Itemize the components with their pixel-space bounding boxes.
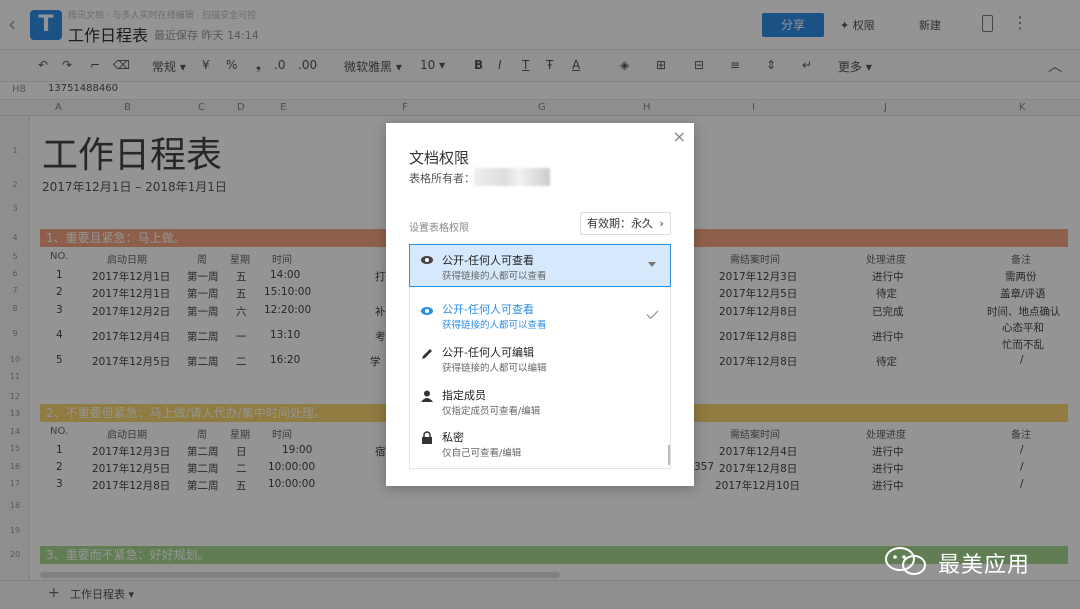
owner-name-redacted (474, 168, 550, 186)
permission-options-list: 公开-任何人可查看 获得链接的人都可以查看 公开-任何人可编辑 获得链接的人都可… (409, 287, 671, 469)
permission-select[interactable]: 公开-任何人可查看 获得链接的人都可以查看 (409, 244, 671, 287)
owner-label: 表格所有者： (409, 172, 475, 185)
validity-button[interactable]: 有效期：永久 › (580, 212, 671, 235)
lock-icon (422, 431, 432, 444)
watermark-text: 最美应用 (938, 553, 1031, 578)
eye-icon (421, 307, 433, 315)
selected-option-desc: 获得链接的人都可以查看 (442, 271, 547, 282)
option-public-edit[interactable]: 公开-任何人可编辑 获得链接的人都可以编辑 (410, 340, 670, 382)
permission-dialog: × 文档权限 表格所有者： 设置表格权限 有效期：永久 › 公开-任何人可查看 … (386, 123, 694, 486)
option-desc: 仅指定成员可查看/编辑 (442, 406, 541, 417)
option-title: 公开-任何人可编辑 (442, 346, 534, 359)
option-desc: 获得链接的人都可以查看 (442, 320, 547, 331)
option-desc: 获得链接的人都可以编辑 (442, 363, 547, 374)
option-specified-members[interactable]: 指定成员 仅指定成员可查看/编辑 (410, 383, 670, 425)
selected-option-title: 公开-任何人可查看 (442, 254, 534, 267)
eye-icon (421, 256, 433, 264)
chevron-down-icon (648, 262, 656, 267)
options-scrollbar[interactable] (668, 445, 670, 465)
option-private[interactable]: 私密 仅自己可查看/编辑 (410, 425, 670, 467)
check-icon (646, 306, 659, 320)
close-icon[interactable]: × (673, 127, 686, 146)
option-title: 指定成员 (442, 389, 486, 402)
dialog-title: 文档权限 (409, 149, 470, 167)
option-desc: 仅自己可查看/编辑 (442, 448, 522, 459)
person-icon (421, 390, 433, 402)
option-title: 私密 (442, 431, 464, 444)
wechat-icon (885, 547, 926, 575)
permission-setting-label: 设置表格权限 (409, 223, 469, 234)
option-public-view[interactable]: 公开-任何人可查看 获得链接的人都可以查看 (410, 297, 670, 339)
chevron-right-icon: › (659, 217, 664, 230)
option-title: 公开-任何人可查看 (442, 303, 534, 316)
validity-label: 有效期：永久 (587, 217, 653, 230)
pencil-icon (422, 349, 432, 359)
